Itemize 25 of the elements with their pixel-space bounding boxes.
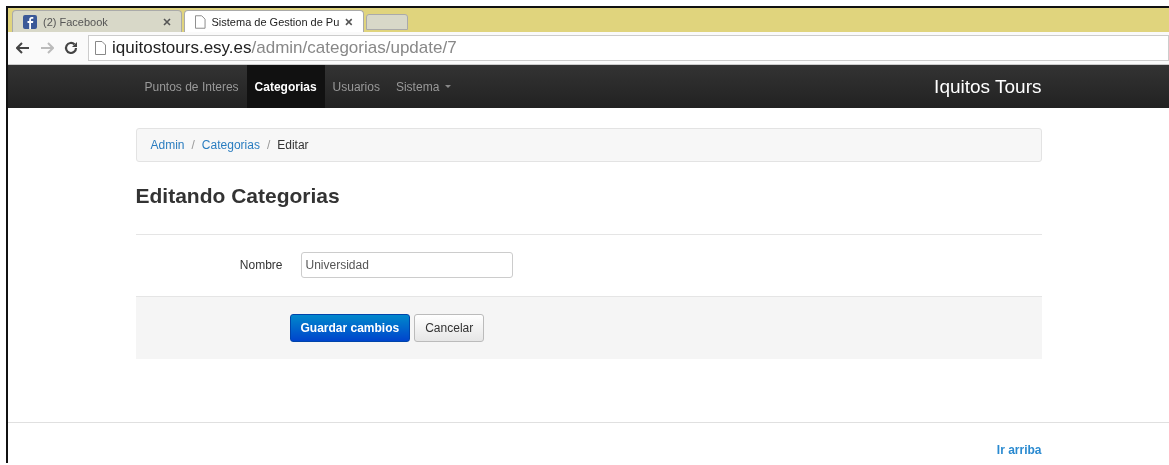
close-icon[interactable] [345,17,353,26]
nav-item[interactable]: Sistema [387,65,460,108]
breadcrumb-link[interactable]: Categorias [201,138,260,152]
back-icon[interactable] [16,42,30,54]
save-button[interactable]: Guardar cambios [289,314,411,342]
nav-item[interactable]: Usuarios [324,65,388,108]
field-label: Nombre [238,258,283,272]
facebook-icon [23,14,37,29]
reload-icon[interactable] [64,41,78,55]
breadcrumb-link[interactable]: Admin [150,138,185,152]
browser-tab[interactable]: (2) Facebook [12,10,182,32]
back-to-top-link[interactable]: Ir arriba [135,423,1042,457]
breadcrumb-separator: / [191,138,195,152]
page-icon [95,41,106,55]
browser-tab[interactable]: Sistema de Gestion de Pu [184,10,364,32]
brand-title[interactable]: Iquitos Tours [934,65,1042,108]
breadcrumb-current: Editar [277,138,309,152]
close-icon[interactable] [163,17,171,26]
page-heading: Editando Categorias [135,184,341,209]
breadcrumb-separator: / [266,138,271,152]
cancel-button[interactable]: Cancelar [414,314,485,342]
nav-item[interactable]: Puntos de Interes [135,65,247,108]
page-icon [195,14,206,29]
name-input-field[interactable]: Universidad [300,252,513,278]
nav-item[interactable]: Categorias [246,65,325,108]
